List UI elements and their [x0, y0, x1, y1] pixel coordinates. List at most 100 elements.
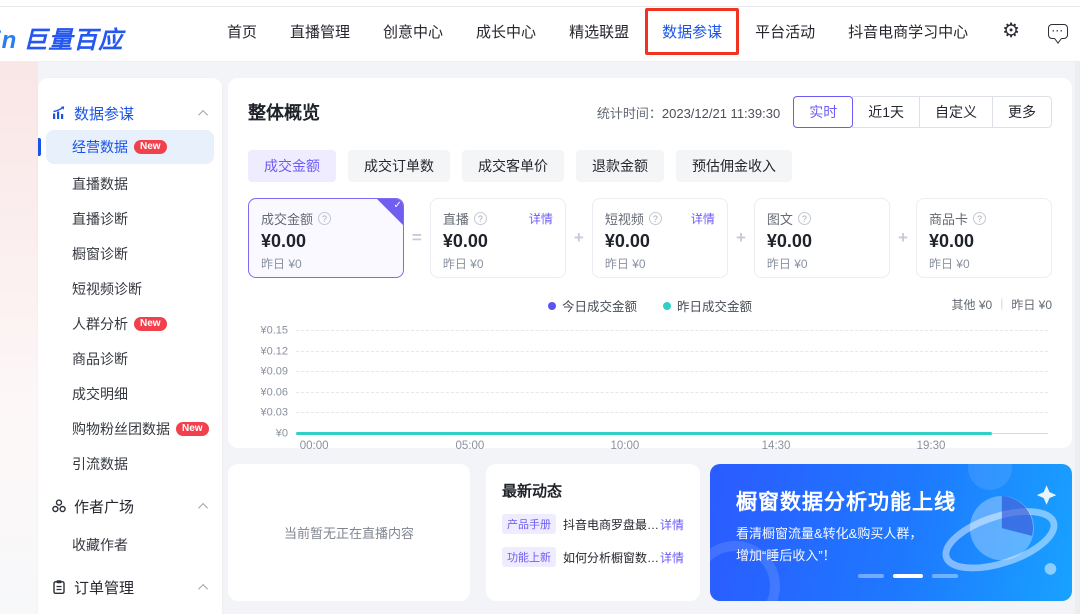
x-axis-tick: 00:00: [300, 440, 329, 452]
equals-operator: =: [404, 228, 430, 248]
help-icon[interactable]: ?: [318, 212, 331, 225]
y-axis-tick: ¥0.15: [248, 324, 288, 336]
carousel-dot-active[interactable]: [893, 574, 923, 578]
sidebar-section-order-management[interactable]: 订单管理: [38, 572, 222, 602]
y-axis-tick: ¥0.09: [248, 366, 288, 378]
live-status-card: 当前暂无正在直播内容: [228, 464, 470, 601]
help-icon[interactable]: ?: [973, 212, 986, 225]
check-icon: ✓: [393, 200, 401, 211]
latest-news-card: 最新动态 产品手册 抖音电商罗盘最全最... 详情 功能上新 如何分析橱窗数据，…: [486, 464, 700, 601]
plus-operator: +: [728, 228, 754, 248]
promo-banner[interactable]: 橱窗数据分析功能上线 看清橱窗流量&转化&购买人群， 增加“睡后收入”！: [710, 464, 1072, 601]
sidebar-item-showcase-diagnosis[interactable]: 橱窗诊断: [38, 236, 222, 271]
sidebar-item-business-data[interactable]: 经营数据 New: [46, 130, 214, 164]
sidebar-item-live-data[interactable]: 直播数据: [38, 166, 222, 201]
range-button-realtime[interactable]: 实时: [793, 96, 853, 128]
sidebar-section-data-advisor[interactable]: 数据参谋: [38, 98, 222, 128]
metric-card-image-text[interactable]: 图文? ¥0.00 昨日 ¥0: [754, 198, 890, 278]
scrollbar-track[interactable]: [1075, 62, 1080, 614]
nav-item-home[interactable]: 首页: [227, 21, 257, 42]
range-button-custom[interactable]: 自定义: [919, 96, 993, 128]
metric-value: ¥0.00: [767, 231, 877, 252]
news-detail-link[interactable]: 详情: [660, 549, 684, 566]
y-axis-tick: ¥0.06: [248, 386, 288, 398]
gear-icon[interactable]: ⚙: [1002, 21, 1020, 41]
carousel-dot[interactable]: [858, 574, 884, 578]
y-axis-tick: ¥0: [248, 427, 288, 439]
help-icon[interactable]: ?: [649, 212, 662, 225]
nav-item-data-advisor[interactable]: 数据参谋: [662, 21, 722, 42]
sidebar-item-audience-analysis[interactable]: 人群分析 New: [38, 306, 222, 341]
new-badge: New: [134, 140, 167, 154]
tab-gmv[interactable]: 成交金额: [248, 150, 336, 182]
logo-prefix: in: [0, 27, 17, 54]
detail-link[interactable]: 详情: [529, 210, 553, 227]
news-text: 抖音电商罗盘最全最...: [563, 516, 660, 533]
tab-avg-order-value[interactable]: 成交客单价: [462, 150, 564, 182]
legend-dot-yesterday: [663, 302, 671, 310]
metric-card-live[interactable]: 直播?详情 ¥0.00 昨日 ¥0: [430, 198, 566, 278]
x-axis-tick: 19:30: [917, 440, 946, 452]
x-axis-ticks: 00:00 05:00 10:00 14:30 19:30: [296, 440, 1052, 458]
nav-item-platform-activity[interactable]: 平台活动: [755, 21, 815, 42]
news-row[interactable]: 功能上新 如何分析橱窗数据，... 详情: [502, 547, 684, 567]
sidebar-item-favorite-authors[interactable]: 收藏作者: [38, 527, 222, 562]
range-button-more[interactable]: 更多: [992, 96, 1052, 128]
top-navigation-bar: in巨量百应 首页 直播管理 创意中心 成长中心 精选联盟 数据参谋 平台活动 …: [0, 0, 1080, 62]
metric-cards-row: ✓ 成交金额? ¥0.00 昨日 ¥0 = 直播?详情 ¥0.00 昨日 ¥0 …: [248, 198, 1052, 278]
chart-gridline: ¥0.09: [296, 371, 1048, 372]
new-badge: New: [176, 422, 209, 436]
nav-item-selected-alliance[interactable]: 精选联盟: [569, 21, 629, 42]
range-button-last1day[interactable]: 近1天: [852, 96, 920, 128]
news-title: 最新动态: [502, 480, 684, 501]
metric-yesterday: 昨日 ¥0: [929, 255, 1039, 272]
tab-estimated-commission[interactable]: 预估佣金收入: [676, 150, 792, 182]
yesterday-series-line: [296, 432, 992, 436]
nav-item-creative-center[interactable]: 创意中心: [383, 21, 443, 42]
logo-text: 巨量百应: [23, 27, 123, 54]
chart-legend: 今日成交金额 昨日成交金额: [248, 296, 1052, 315]
bar-chart-icon: [51, 105, 67, 121]
tab-refund-amount[interactable]: 退款金额: [576, 150, 664, 182]
sidebar-item-traffic-data[interactable]: 引流数据: [38, 446, 222, 481]
plus-operator: +: [566, 228, 592, 248]
news-detail-link[interactable]: 详情: [660, 516, 684, 533]
yesterday-amount: 昨日 ¥0: [1011, 296, 1052, 313]
page-left-gradient: [0, 62, 38, 614]
sidebar-item-transaction-detail[interactable]: 成交明细: [38, 376, 222, 411]
metric-card-total[interactable]: ✓ 成交金额? ¥0.00 昨日 ¥0: [248, 198, 404, 278]
news-row[interactable]: 产品手册 抖音电商罗盘最全最... 详情: [502, 514, 684, 534]
other-amount: 其他 ¥0: [952, 296, 993, 313]
chart-gridline: ¥0.12: [296, 351, 1048, 352]
legend-item-yesterday[interactable]: 昨日成交金额: [663, 296, 752, 315]
nav-item-growth-center[interactable]: 成长中心: [476, 21, 536, 42]
metric-yesterday: 昨日 ¥0: [443, 255, 553, 272]
y-axis-tick: ¥0.12: [248, 345, 288, 357]
metric-value: ¥0.00: [443, 231, 553, 252]
line-chart-plot: ¥0.15 ¥0.12 ¥0.09 ¥0.06 ¥0.03 ¥0: [296, 330, 1048, 433]
sidebar: 数据参谋 经营数据 New 直播数据 直播诊断 橱窗诊断 短视频诊断 人群分析 …: [38, 78, 222, 614]
detail-link[interactable]: 详情: [691, 210, 715, 227]
legend-dot-today: [548, 302, 556, 310]
selected-corner: ✓: [377, 199, 403, 225]
sidebar-item-video-diagnosis[interactable]: 短视频诊断: [38, 271, 222, 306]
help-icon[interactable]: ?: [474, 212, 487, 225]
help-icon[interactable]: ?: [798, 212, 811, 225]
chat-icon[interactable]: ···: [1048, 24, 1068, 39]
app-logo[interactable]: in巨量百应: [0, 20, 123, 55]
sidebar-item-product-diagnosis[interactable]: 商品诊断: [38, 341, 222, 376]
legend-item-today[interactable]: 今日成交金额: [548, 296, 637, 315]
metric-card-short-video[interactable]: 短视频?详情 ¥0.00 昨日 ¥0: [592, 198, 728, 278]
nav-item-learning-center[interactable]: 抖音电商学习中心: [848, 21, 968, 42]
sidebar-item-live-diagnosis[interactable]: 直播诊断: [38, 201, 222, 236]
chart-header: 今日成交金额 昨日成交金额 其他 ¥0 | 昨日 ¥0: [248, 296, 1052, 316]
time-range-group: 实时 近1天 自定义 更多: [794, 96, 1052, 128]
tab-order-count[interactable]: 成交订单数: [348, 150, 450, 182]
news-tag: 产品手册: [502, 514, 556, 534]
metric-card-product-card[interactable]: 商品卡? ¥0.00 昨日 ¥0: [916, 198, 1052, 278]
sidebar-item-fanclub-data[interactable]: 购物粉丝团数据 New: [38, 411, 222, 446]
metric-yesterday: 昨日 ¥0: [767, 255, 877, 272]
x-axis-tick: 14:30: [762, 440, 791, 452]
nav-item-live-management[interactable]: 直播管理: [290, 21, 350, 42]
sidebar-section-author-plaza[interactable]: 作者广场: [38, 491, 222, 521]
